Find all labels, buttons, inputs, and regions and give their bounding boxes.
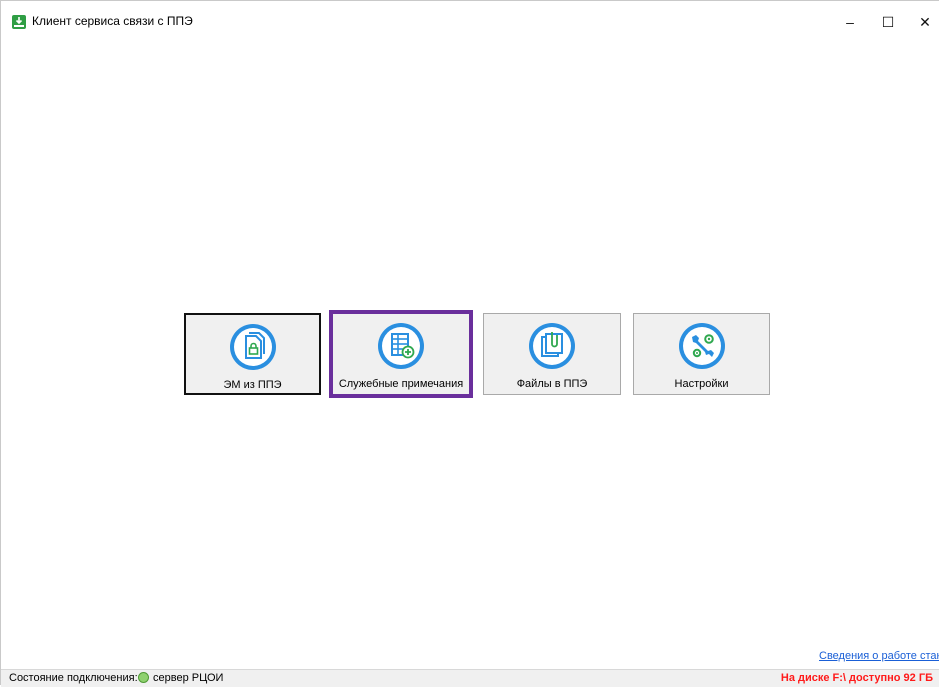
maximize-button[interactable]: ☐ xyxy=(869,7,907,37)
close-button[interactable]: ✕ xyxy=(906,7,939,37)
title-bar: Клиент сервиса связи с ППЭ – ☐ ✕ xyxy=(1,1,939,45)
minimize-button[interactable]: – xyxy=(831,7,869,37)
table-add-icon xyxy=(375,320,427,372)
tile-label: Настройки xyxy=(674,378,729,390)
wrench-gears-icon xyxy=(676,320,728,372)
tile-label: Служебные примечания xyxy=(338,378,464,390)
station-info-link[interactable]: Сведения о работе станци xyxy=(819,650,939,662)
files-to-ppe-button[interactable]: Файлы в ППЭ xyxy=(483,313,621,395)
app-window: Клиент сервиса связи с ППЭ – ☐ ✕ ЭМ из П… xyxy=(0,0,939,687)
window-title: Клиент сервиса связи с ППЭ xyxy=(32,14,193,28)
tile-label: ЭМ из ППЭ xyxy=(223,379,282,391)
tile-label: Файлы в ППЭ xyxy=(516,378,588,390)
document-lock-icon xyxy=(227,321,279,373)
service-notes-button[interactable]: Служебные примечания xyxy=(329,310,473,398)
settings-button[interactable]: Настройки xyxy=(633,313,770,395)
files-clip-icon xyxy=(526,320,578,372)
connection-status-icon xyxy=(138,672,149,683)
main-tiles: ЭМ из ППЭ Служебные примечания Файлы в П… xyxy=(1,1,939,686)
disk-space-warning: На диске F:\ доступно 92 ГБ xyxy=(780,672,933,684)
server-name: сервер РЦОИ xyxy=(153,672,224,684)
status-bar: Состояние подключения: сервер РЦОИ На ди… xyxy=(1,669,939,687)
app-download-icon xyxy=(12,15,26,29)
em-from-ppe-button[interactable]: ЭМ из ППЭ xyxy=(184,313,321,395)
connection-state-label: Состояние подключения: xyxy=(9,672,138,684)
